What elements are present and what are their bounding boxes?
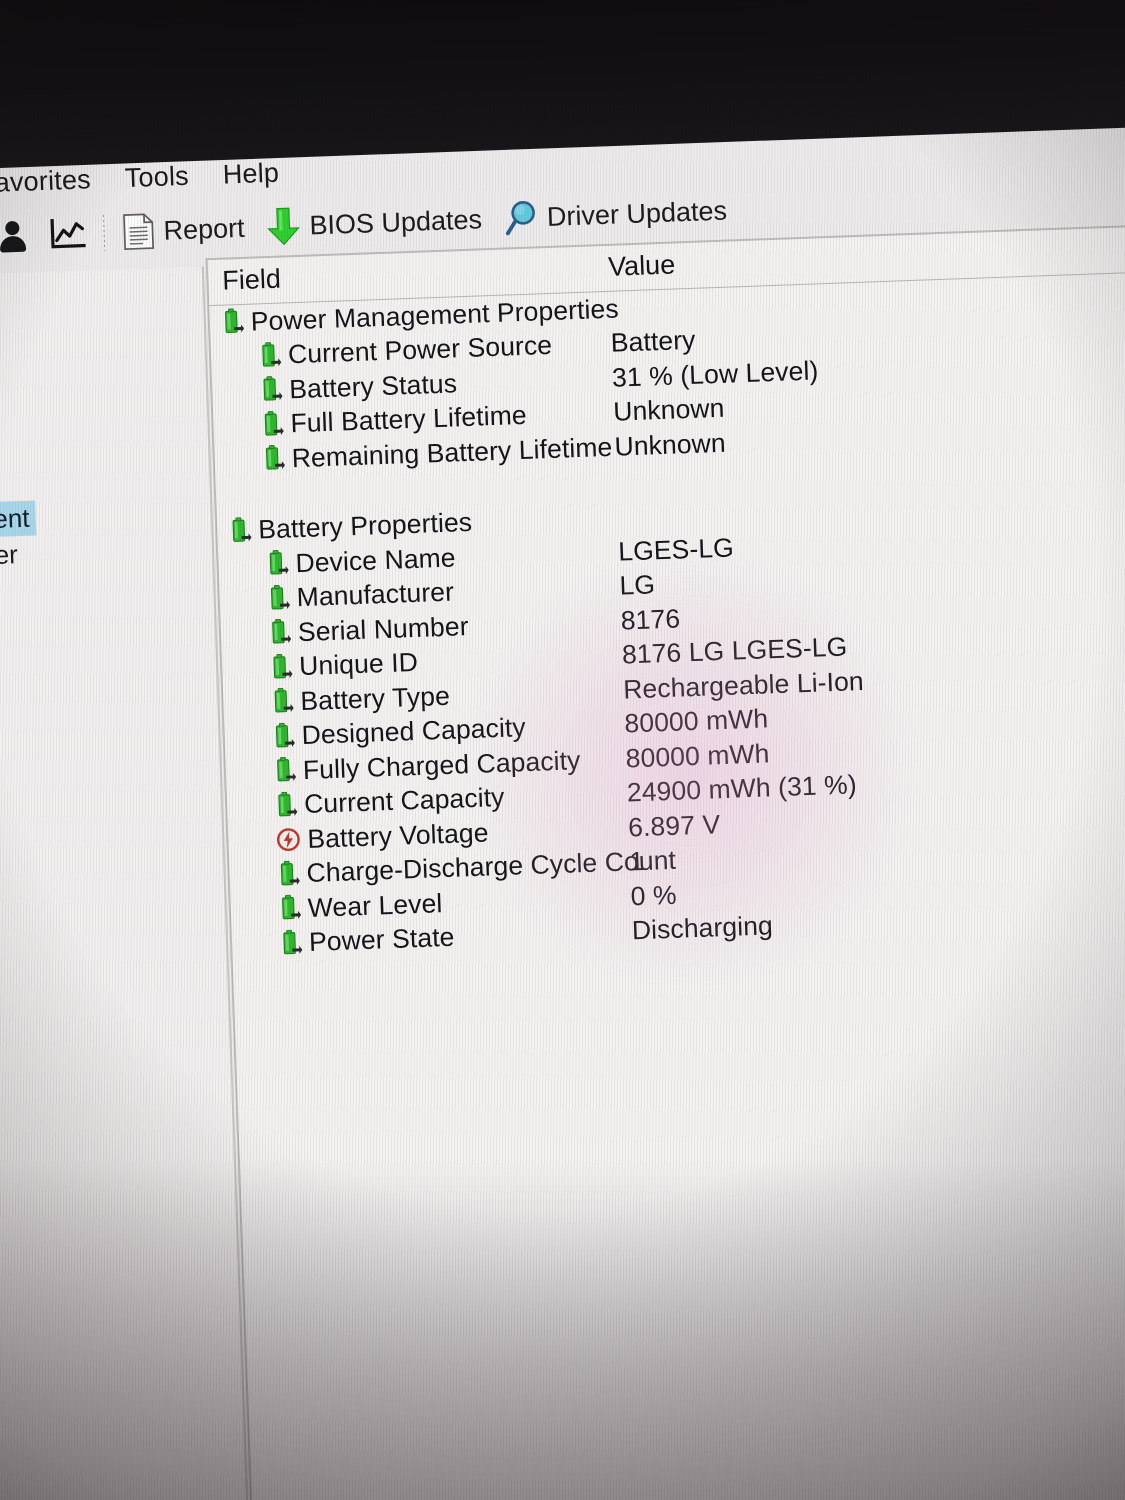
battery-icon — [267, 584, 290, 613]
bios-updates-button[interactable]: BIOS Updates — [255, 197, 494, 249]
bolt-icon — [276, 827, 301, 852]
battery-icon — [221, 308, 245, 337]
battery-icon — [259, 341, 282, 370]
menu-item-favorites[interactable]: avorites — [0, 163, 108, 198]
battery-icon — [229, 517, 252, 546]
column-header-value[interactable]: Value — [608, 249, 676, 282]
row-field: Wear Level — [278, 888, 443, 925]
battery-icon — [270, 653, 293, 682]
battery-icon — [278, 894, 302, 924]
row-value: 8176 — [620, 603, 681, 636]
sidebar-item-power-management[interactable]: gement — [0, 500, 37, 540]
battery-icon — [280, 929, 303, 958]
magnifier-icon — [503, 199, 538, 236]
row-field-label: Battery Properties — [257, 507, 473, 545]
battery-icon — [269, 619, 292, 648]
row-field-label: Current Capacity — [303, 782, 505, 820]
row-field: Device Name — [266, 542, 456, 580]
lcd-screen: avorites Tools Help Report BIOS Updates … — [0, 61, 1125, 1500]
row-field-label: Battery Type — [299, 680, 451, 716]
person-icon — [1, 221, 28, 252]
row-field-label: Manufacturer — [296, 576, 455, 613]
details-panel: Field Value Power Management Properties C… — [205, 224, 1125, 1500]
battery-icon — [271, 688, 294, 717]
row-field: Power State — [280, 922, 455, 959]
row-value: 6.897 V — [627, 808, 721, 843]
battery-icon — [261, 410, 284, 439]
application-window: avorites Tools Help Report BIOS Updates … — [0, 73, 1125, 1500]
menu-item-help[interactable]: Help — [205, 156, 296, 190]
toolbar-chart-button[interactable] — [38, 215, 97, 253]
toolbar-separator — [102, 214, 106, 251]
battery-icon — [260, 376, 283, 405]
row-field: Battery Voltage — [276, 817, 489, 856]
menu-item-tools[interactable]: Tools — [107, 160, 206, 194]
row-value: Discharging — [631, 910, 774, 946]
row-field: Serial Number — [268, 611, 469, 649]
row-field-label: Battery Status — [288, 368, 458, 405]
battery-icon — [272, 722, 295, 751]
row-value: 80000 mWh — [625, 738, 770, 774]
battery-icon — [273, 757, 297, 786]
battery-icon — [262, 445, 286, 474]
row-value: 1 — [628, 846, 645, 877]
row-field-label: Serial Number — [297, 610, 470, 647]
row-value: 0 % — [630, 879, 678, 912]
battery-icon — [277, 860, 300, 889]
line-chart-icon — [49, 218, 86, 251]
sidebar-item-2[interactable]: nputer — [0, 537, 24, 575]
battery-icon — [266, 550, 289, 579]
row-value: 31 % (Low Level) — [611, 355, 819, 393]
property-rows: Power Management Properties Current Power… — [209, 273, 1125, 963]
row-field-label: Unique ID — [298, 647, 419, 682]
column-header-field[interactable]: Field — [222, 264, 282, 297]
row-value: Battery — [610, 325, 696, 359]
report-button[interactable]: Report — [111, 206, 256, 253]
green-down-arrow-icon — [266, 206, 301, 247]
document-icon — [122, 212, 155, 251]
battery-icon — [275, 791, 298, 820]
row-field-label: Battery Voltage — [306, 817, 490, 854]
bios-updates-label: BIOS Updates — [308, 203, 483, 240]
row-value: 80000 mWh — [623, 703, 769, 739]
row-field-label: Device Name — [294, 542, 457, 578]
row-value: LGES-LG — [617, 532, 735, 567]
toolbar-person-button[interactable] — [4, 218, 39, 253]
driver-updates-button[interactable]: Driver Updates — [492, 190, 738, 239]
row-field: Manufacturer — [267, 576, 455, 615]
row-field-label: Wear Level — [307, 887, 443, 923]
row-field-label: Power State — [308, 922, 455, 958]
row-value: Unknown — [614, 427, 727, 462]
row-value: LG — [618, 569, 656, 601]
report-button-label: Report — [162, 212, 246, 246]
row-field: Battery Type — [271, 681, 450, 718]
driver-updates-label: Driver Updates — [546, 195, 728, 232]
laptop-screen-photo: avorites Tools Help Report BIOS Updates … — [0, 0, 1125, 1500]
row-field: Unique ID — [270, 647, 419, 683]
row-field: Battery Status — [260, 368, 458, 406]
row-value: Unknown — [612, 393, 725, 427]
